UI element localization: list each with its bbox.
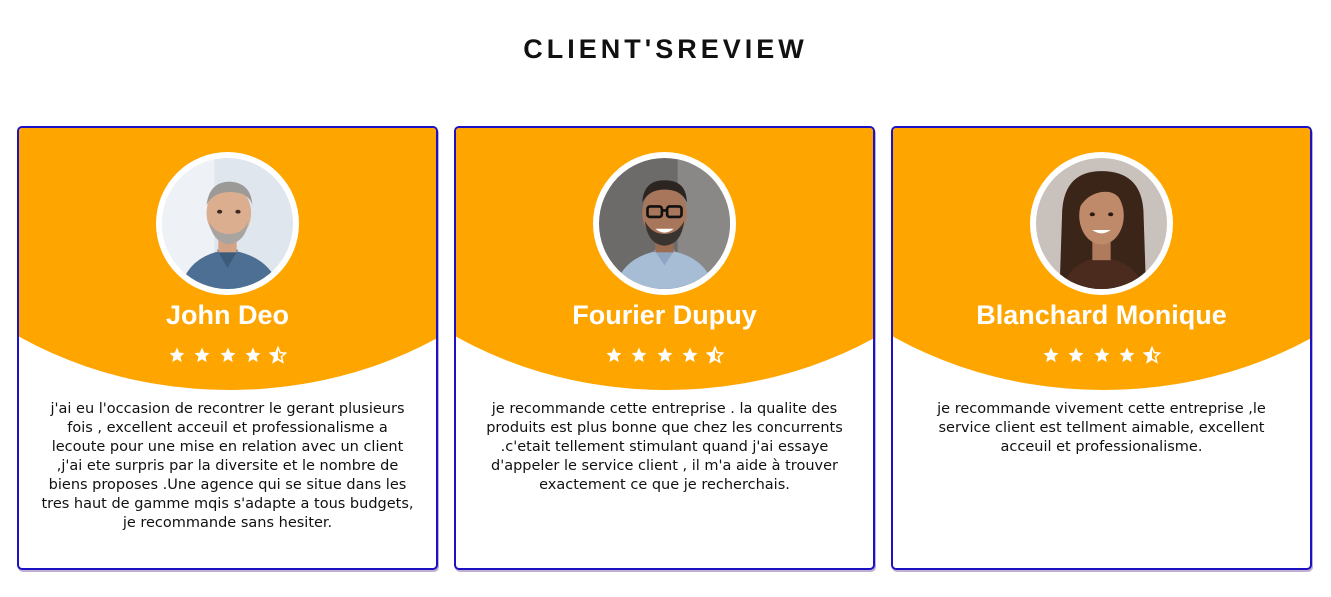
reviewer-name: John Deo	[165, 300, 289, 330]
star-half-icon	[268, 346, 287, 364]
review-text: je recommande vivement cette entreprise …	[937, 401, 1266, 455]
star-half-icon	[1142, 346, 1161, 364]
star-rating	[456, 346, 873, 366]
star-half-icon	[705, 346, 724, 364]
avatar	[156, 152, 299, 295]
review-card: John Deo j'ai eu l'occasion de recontrer…	[17, 126, 438, 570]
review-cards: John Deo j'ai eu l'occasion de recontrer…	[17, 126, 1312, 570]
star-icon	[1042, 346, 1060, 364]
review-card: Fourier Dupuy je recommande cette entrep…	[454, 126, 875, 570]
card-header-arc: John Deo	[19, 128, 436, 390]
star-icon	[1067, 346, 1085, 364]
card-header-arc: Fourier Dupuy	[456, 128, 873, 390]
reviewer-name: Blanchard Monique	[976, 300, 1227, 330]
star-icon	[168, 346, 186, 364]
card-header-arc: Blanchard Monique	[893, 128, 1310, 390]
avatar	[593, 152, 736, 295]
avatar	[1030, 152, 1173, 295]
star-icon	[681, 346, 699, 364]
reviews-page: CLIENT'SREVIEW John Deo j'ai eu l'occasi…	[0, 0, 1331, 597]
star-icon	[244, 346, 262, 364]
star-icon	[1093, 346, 1111, 364]
star-icon	[656, 346, 674, 364]
man-glasses-avatar-icon	[599, 158, 730, 289]
man-gray-beard-avatar-icon	[162, 158, 293, 289]
star-icon	[193, 346, 211, 364]
star-icon	[630, 346, 648, 364]
star-rating	[19, 346, 436, 366]
reviewer-name: Fourier Dupuy	[572, 300, 757, 330]
review-text: j'ai eu l'occasion de recontrer le geran…	[41, 401, 414, 531]
review-text: je recommande cette entreprise . la qual…	[486, 401, 843, 493]
woman-avatar-icon	[1036, 158, 1167, 289]
star-icon	[605, 346, 623, 364]
star-icon	[219, 346, 237, 364]
star-rating	[893, 346, 1310, 366]
page-title: CLIENT'SREVIEW	[523, 34, 808, 64]
star-icon	[1118, 346, 1136, 364]
review-card: Blanchard Monique je recommande vivement…	[891, 126, 1312, 570]
